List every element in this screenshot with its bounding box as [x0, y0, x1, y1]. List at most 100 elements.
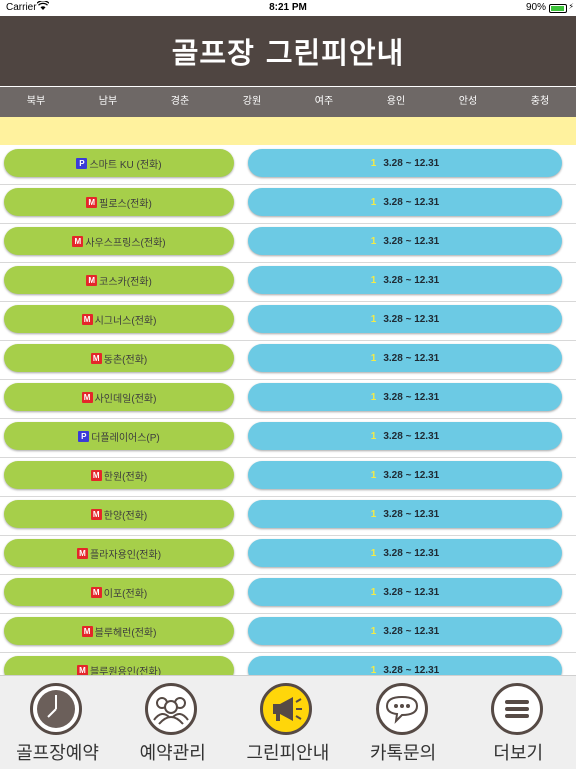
period-text: 3.28 ~ 12.31: [383, 430, 440, 442]
battery-icon: [549, 4, 567, 13]
nav-more[interactable]: 더보기: [461, 676, 576, 769]
course-name: 시그너스(전화): [94, 315, 157, 327]
nav-green-fee-info[interactable]: 그린피안내: [230, 676, 345, 769]
period-button[interactable]: 1 3.28 ~ 12.31: [248, 617, 562, 645]
list-item: M 이포(전화) 1 3.28 ~ 12.31: [0, 574, 576, 614]
tab-region[interactable]: 안성: [432, 87, 504, 117]
phone-badge-icon: P: [76, 157, 88, 169]
period-button[interactable]: 1 3.28 ~ 12.31: [248, 422, 562, 450]
tab-region[interactable]: 경춘: [144, 87, 216, 117]
period-button[interactable]: 1 3.28 ~ 12.31: [248, 188, 562, 216]
period-text: 3.28 ~ 12.31: [383, 352, 440, 364]
people-icon: [145, 683, 198, 735]
course-name: 사우스프링스(전화): [85, 237, 166, 249]
tab-region[interactable]: 용인: [360, 87, 432, 117]
period-text: 3.28 ~ 12.31: [383, 274, 440, 286]
list-item: M 블루원용인(전화) 1 3.28 ~ 12.31: [0, 652, 576, 675]
period-text: 3.28 ~ 12.31: [383, 196, 440, 208]
notice-strip: [0, 117, 576, 145]
period-text: 3.28 ~ 12.31: [383, 313, 440, 325]
period-flag: 1: [370, 313, 377, 325]
period-button[interactable]: 1 3.28 ~ 12.31: [248, 656, 562, 675]
period-text: 3.28 ~ 12.31: [383, 157, 440, 169]
menu-icon: [490, 683, 543, 735]
course-name: 동촌(전화): [103, 354, 148, 366]
period-text: 3.28 ~ 12.31: [383, 469, 440, 481]
mobile-badge-icon: M: [81, 625, 93, 637]
list-item: M 사우스프링스(전화) 1 3.28 ~ 12.31: [0, 223, 576, 263]
clock-time: 8:21 PM: [269, 2, 307, 13]
charging-icon: ⚡: [568, 2, 574, 11]
nav-kakao-inquiry[interactable]: 카톡문의: [346, 676, 461, 769]
tab-region[interactable]: 북부: [0, 87, 72, 117]
app-header: 골프장 그린피안내: [0, 16, 576, 86]
mobile-badge-icon: M: [86, 274, 98, 286]
period-button[interactable]: 1 3.28 ~ 12.31: [248, 149, 562, 177]
period-flag: 1: [370, 235, 377, 247]
period-button[interactable]: 1 3.28 ~ 12.31: [248, 539, 562, 567]
list-item: M 시그너스(전화) 1 3.28 ~ 12.31: [0, 301, 576, 341]
course-name-button[interactable]: M 코스카(전화): [4, 266, 234, 294]
period-button[interactable]: 1 3.28 ~ 12.31: [248, 500, 562, 528]
megaphone-icon: [260, 683, 313, 735]
region-tab-bar: 북부 남부 경춘 강원 여주 용인 안성 충청: [0, 87, 576, 117]
course-name: 이포(전화): [103, 588, 148, 600]
tab-region[interactable]: 충청: [504, 87, 576, 117]
course-name-button[interactable]: M 한양(전화): [4, 500, 234, 528]
period-flag: 1: [370, 586, 377, 598]
course-name-button[interactable]: M 필로스(전화): [4, 188, 234, 216]
nav-label: 더보기: [493, 743, 544, 763]
mobile-badge-icon: M: [86, 196, 98, 208]
course-name-button[interactable]: M 시그너스(전화): [4, 305, 234, 333]
course-name-button[interactable]: P 스마트 KU (전화): [4, 149, 234, 177]
course-name-button[interactable]: M 이포(전화): [4, 578, 234, 606]
tab-region[interactable]: 남부: [72, 87, 144, 117]
period-button[interactable]: 1 3.28 ~ 12.31: [248, 305, 562, 333]
course-name: 사인데일(전화): [94, 393, 157, 405]
course-name-button[interactable]: P 더플레이어스(P): [4, 422, 234, 450]
mobile-badge-icon: M: [90, 586, 102, 598]
list-item: M 한양(전화) 1 3.28 ~ 12.31: [0, 496, 576, 536]
list-item: M 플라자용인(전화) 1 3.28 ~ 12.31: [0, 535, 576, 575]
list-item: M 사인데일(전화) 1 3.28 ~ 12.31: [0, 379, 576, 419]
course-name: 스마트 KU (전화): [89, 159, 162, 171]
period-button[interactable]: 1 3.28 ~ 12.31: [248, 383, 562, 411]
mobile-badge-icon: M: [76, 664, 88, 675]
tab-region[interactable]: 여주: [288, 87, 360, 117]
period-button[interactable]: 1 3.28 ~ 12.31: [248, 227, 562, 255]
course-list[interactable]: P 스마트 KU (전화) 1 3.28 ~ 12.31 M 필로스(전화) 1 3.28 ~…: [0, 145, 576, 675]
course-name-button[interactable]: M 사인데일(전화): [4, 383, 234, 411]
mobile-badge-icon: M: [90, 508, 102, 520]
list-item: M 코스카(전화) 1 3.28 ~ 12.31: [0, 262, 576, 302]
period-flag: 1: [370, 274, 377, 286]
period-flag: 1: [370, 547, 377, 559]
period-text: 3.28 ~ 12.31: [383, 664, 440, 676]
period-flag: 1: [370, 508, 377, 520]
list-item: M 동촌(전화) 1 3.28 ~ 12.31: [0, 340, 576, 380]
period-button[interactable]: 1 3.28 ~ 12.31: [248, 461, 562, 489]
course-name: 코스카(전화): [99, 276, 152, 288]
period-button[interactable]: 1 3.28 ~ 12.31: [248, 578, 562, 606]
tab-region[interactable]: 강원: [216, 87, 288, 117]
course-name: 블루헤런(전화): [94, 627, 157, 639]
period-button[interactable]: 1 3.28 ~ 12.31: [248, 344, 562, 372]
course-name-button[interactable]: M 동촌(전화): [4, 344, 234, 372]
clock-icon: [30, 683, 82, 735]
period-button[interactable]: 1 3.28 ~ 12.31: [248, 266, 562, 294]
nav-label: 예약관리: [139, 743, 206, 763]
nav-reservation-manage[interactable]: 예약관리: [115, 676, 230, 769]
course-name-button[interactable]: M 블루원용인(전화): [4, 656, 234, 675]
mobile-badge-icon: M: [90, 469, 102, 481]
list-item: M 블루헤런(전화) 1 3.28 ~ 12.31: [0, 613, 576, 653]
nav-label: 골프장예약: [16, 743, 99, 763]
status-bar: Carrier 8:21 PM 90% ⚡: [0, 0, 576, 16]
period-flag: 1: [370, 469, 377, 481]
nav-golf-reservation[interactable]: 골프장예약: [0, 676, 115, 769]
period-text: 3.28 ~ 12.31: [383, 391, 440, 403]
course-name-button[interactable]: M 한원(전화): [4, 461, 234, 489]
course-name-button[interactable]: M 플라자용인(전화): [4, 539, 234, 567]
course-name-button[interactable]: M 사우스프링스(전화): [4, 227, 234, 255]
period-text: 3.28 ~ 12.31: [383, 586, 440, 598]
course-name-button[interactable]: M 블루헤런(전화): [4, 617, 234, 645]
list-item: P 더플레이어스(P) 1 3.28 ~ 12.31: [0, 418, 576, 458]
